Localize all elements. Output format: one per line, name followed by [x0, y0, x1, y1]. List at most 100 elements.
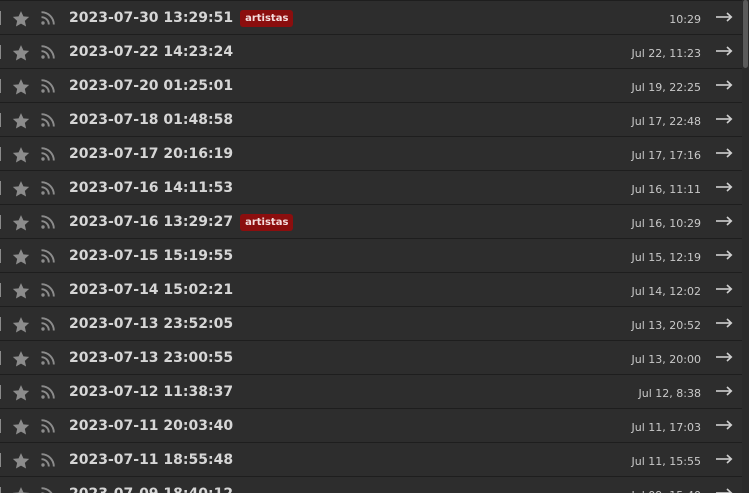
open-arrow-icon[interactable]	[715, 249, 733, 261]
open-arrow-icon[interactable]	[715, 11, 733, 23]
unread-marker	[0, 249, 1, 263]
article-date: Jul 11, 15:55	[631, 455, 701, 468]
star-icon[interactable]	[11, 383, 31, 403]
unread-marker	[0, 147, 1, 161]
star-icon[interactable]	[11, 145, 31, 165]
rss-icon	[41, 487, 53, 493]
article-title-text: 2023-07-22 14:23:24	[69, 44, 234, 60]
star-icon[interactable]	[11, 247, 31, 267]
article-row[interactable]: 2023-07-20 01:25:01 Jul 19, 22:25	[0, 69, 742, 103]
article-date: Jul 16, 11:11	[631, 183, 701, 196]
open-arrow-icon[interactable]	[715, 419, 733, 431]
star-icon[interactable]	[11, 43, 31, 63]
rss-icon	[41, 113, 55, 127]
open-arrow-icon[interactable]	[715, 181, 733, 193]
open-arrow-icon[interactable]	[715, 215, 733, 227]
star-icon[interactable]	[11, 111, 31, 131]
rss-icon	[41, 419, 55, 433]
article-date: Jul 22, 11:23	[631, 47, 701, 60]
open-arrow-icon[interactable]	[715, 351, 733, 363]
article-title[interactable]: 2023-07-20 01:25:01	[69, 76, 233, 96]
star-icon[interactable]	[11, 315, 31, 335]
rss-icon	[41, 283, 55, 297]
article-title-text: 2023-07-11 20:03:40	[69, 418, 234, 434]
article-row[interactable]: 2023-07-13 23:00:55 Jul 13, 20:00	[0, 341, 742, 375]
article-row[interactable]: 2023-07-11 18:55:48 Jul 11, 15:55	[0, 443, 742, 477]
article-row[interactable]: 2023-07-16 14:11:53 Jul 16, 11:11	[0, 171, 742, 205]
star-icon[interactable]	[11, 9, 31, 29]
unread-marker	[0, 487, 1, 493]
article-row[interactable]: 2023-07-17 20:16:19 Jul 17, 17:16	[0, 137, 742, 171]
open-arrow-icon[interactable]	[715, 385, 733, 397]
article-row[interactable]: 2023-07-22 14:23:24 Jul 22, 11:23	[0, 35, 742, 69]
article-row[interactable]: 2023-07-09 18:40:12 Jul 09, 15:40	[0, 477, 742, 493]
article-title[interactable]: 2023-07-18 01:48:58	[69, 110, 233, 130]
article-tag[interactable]: artistas	[240, 10, 294, 27]
star-icon[interactable]	[11, 451, 31, 471]
rss-icon	[41, 385, 55, 399]
rss-icon	[41, 45, 55, 59]
article-title[interactable]: 2023-07-09 18:40:12	[69, 484, 233, 493]
rss-icon	[41, 317, 55, 331]
article-title-text: 2023-07-13 23:00:55	[69, 350, 234, 366]
article-tag[interactable]: artistas	[240, 214, 294, 231]
article-title[interactable]: 2023-07-13 23:00:55	[69, 348, 233, 368]
article-date: Jul 12, 8:38	[638, 387, 701, 400]
rss-icon	[41, 249, 55, 263]
article-title-text: 2023-07-30 13:29:51	[69, 10, 234, 26]
article-title[interactable]: 2023-07-17 20:16:19	[69, 144, 233, 164]
article-date: Jul 17, 17:16	[631, 149, 701, 162]
unread-marker	[0, 317, 1, 331]
article-title[interactable]: 2023-07-14 15:02:21	[69, 280, 233, 300]
article-title[interactable]: 2023-07-16 14:11:53	[69, 178, 233, 198]
article-row[interactable]: 2023-07-14 15:02:21 Jul 14, 12:02	[0, 273, 742, 307]
star-icon[interactable]	[11, 213, 31, 233]
open-arrow-icon[interactable]	[715, 147, 733, 159]
article-date: Jul 09, 15:40	[632, 489, 701, 493]
article-row[interactable]: 2023-07-30 13:29:51 artistas 10:29	[0, 1, 742, 35]
unread-marker	[0, 215, 1, 229]
article-row[interactable]: 2023-07-12 11:38:37 Jul 12, 8:38	[0, 375, 742, 409]
open-arrow-icon[interactable]	[715, 113, 733, 125]
article-date: 10:29	[669, 13, 701, 26]
open-arrow-icon[interactable]	[715, 487, 733, 493]
article-title-text: 2023-07-11 18:55:48	[69, 452, 234, 468]
rss-icon	[41, 181, 55, 195]
star-icon[interactable]	[11, 417, 31, 437]
article-title[interactable]: 2023-07-12 11:38:37	[69, 382, 233, 402]
article-title[interactable]: 2023-07-11 20:03:40	[69, 416, 233, 436]
rss-icon	[41, 11, 55, 25]
article-title-text: 2023-07-09 18:40:12	[69, 486, 233, 493]
article-row[interactable]: 2023-07-11 20:03:40 Jul 11, 17:03	[0, 409, 742, 443]
star-icon[interactable]	[11, 77, 31, 97]
open-arrow-icon[interactable]	[715, 45, 733, 57]
article-title[interactable]: 2023-07-16 13:29:27 artistas	[69, 212, 294, 232]
unread-marker	[0, 45, 1, 59]
rss-icon	[41, 453, 55, 467]
open-arrow-icon[interactable]	[715, 317, 733, 329]
article-row[interactable]: 2023-07-18 01:48:58 Jul 17, 22:48	[0, 103, 742, 137]
article-row[interactable]: 2023-07-16 13:29:27 artistas Jul 16, 10:2…	[0, 205, 742, 239]
open-arrow-icon[interactable]	[715, 79, 733, 91]
article-title[interactable]: 2023-07-15 15:19:55	[69, 246, 233, 266]
star-icon[interactable]	[11, 485, 31, 493]
article-title[interactable]: 2023-07-22 14:23:24	[69, 42, 233, 62]
scrollbar-thumb[interactable]	[743, 0, 748, 68]
article-date: Jul 13, 20:00	[631, 353, 701, 366]
article-title[interactable]: 2023-07-13 23:52:05	[69, 314, 233, 334]
star-icon[interactable]	[11, 179, 31, 199]
open-arrow-icon[interactable]	[715, 283, 733, 295]
unread-marker	[0, 385, 1, 399]
scrollbar[interactable]	[742, 0, 749, 493]
star-icon[interactable]	[11, 349, 31, 369]
star-icon[interactable]	[11, 281, 31, 301]
unread-marker	[0, 453, 1, 467]
unread-marker	[0, 351, 1, 365]
article-date: Jul 17, 22:48	[631, 115, 701, 128]
article-row[interactable]: 2023-07-15 15:19:55 Jul 15, 12:19	[0, 239, 742, 273]
rss-icon	[41, 147, 55, 161]
open-arrow-icon[interactable]	[715, 453, 733, 465]
article-title[interactable]: 2023-07-30 13:29:51 artistas	[69, 8, 294, 28]
article-row[interactable]: 2023-07-13 23:52:05 Jul 13, 20:52	[0, 307, 742, 341]
article-title[interactable]: 2023-07-11 18:55:48	[69, 450, 233, 470]
